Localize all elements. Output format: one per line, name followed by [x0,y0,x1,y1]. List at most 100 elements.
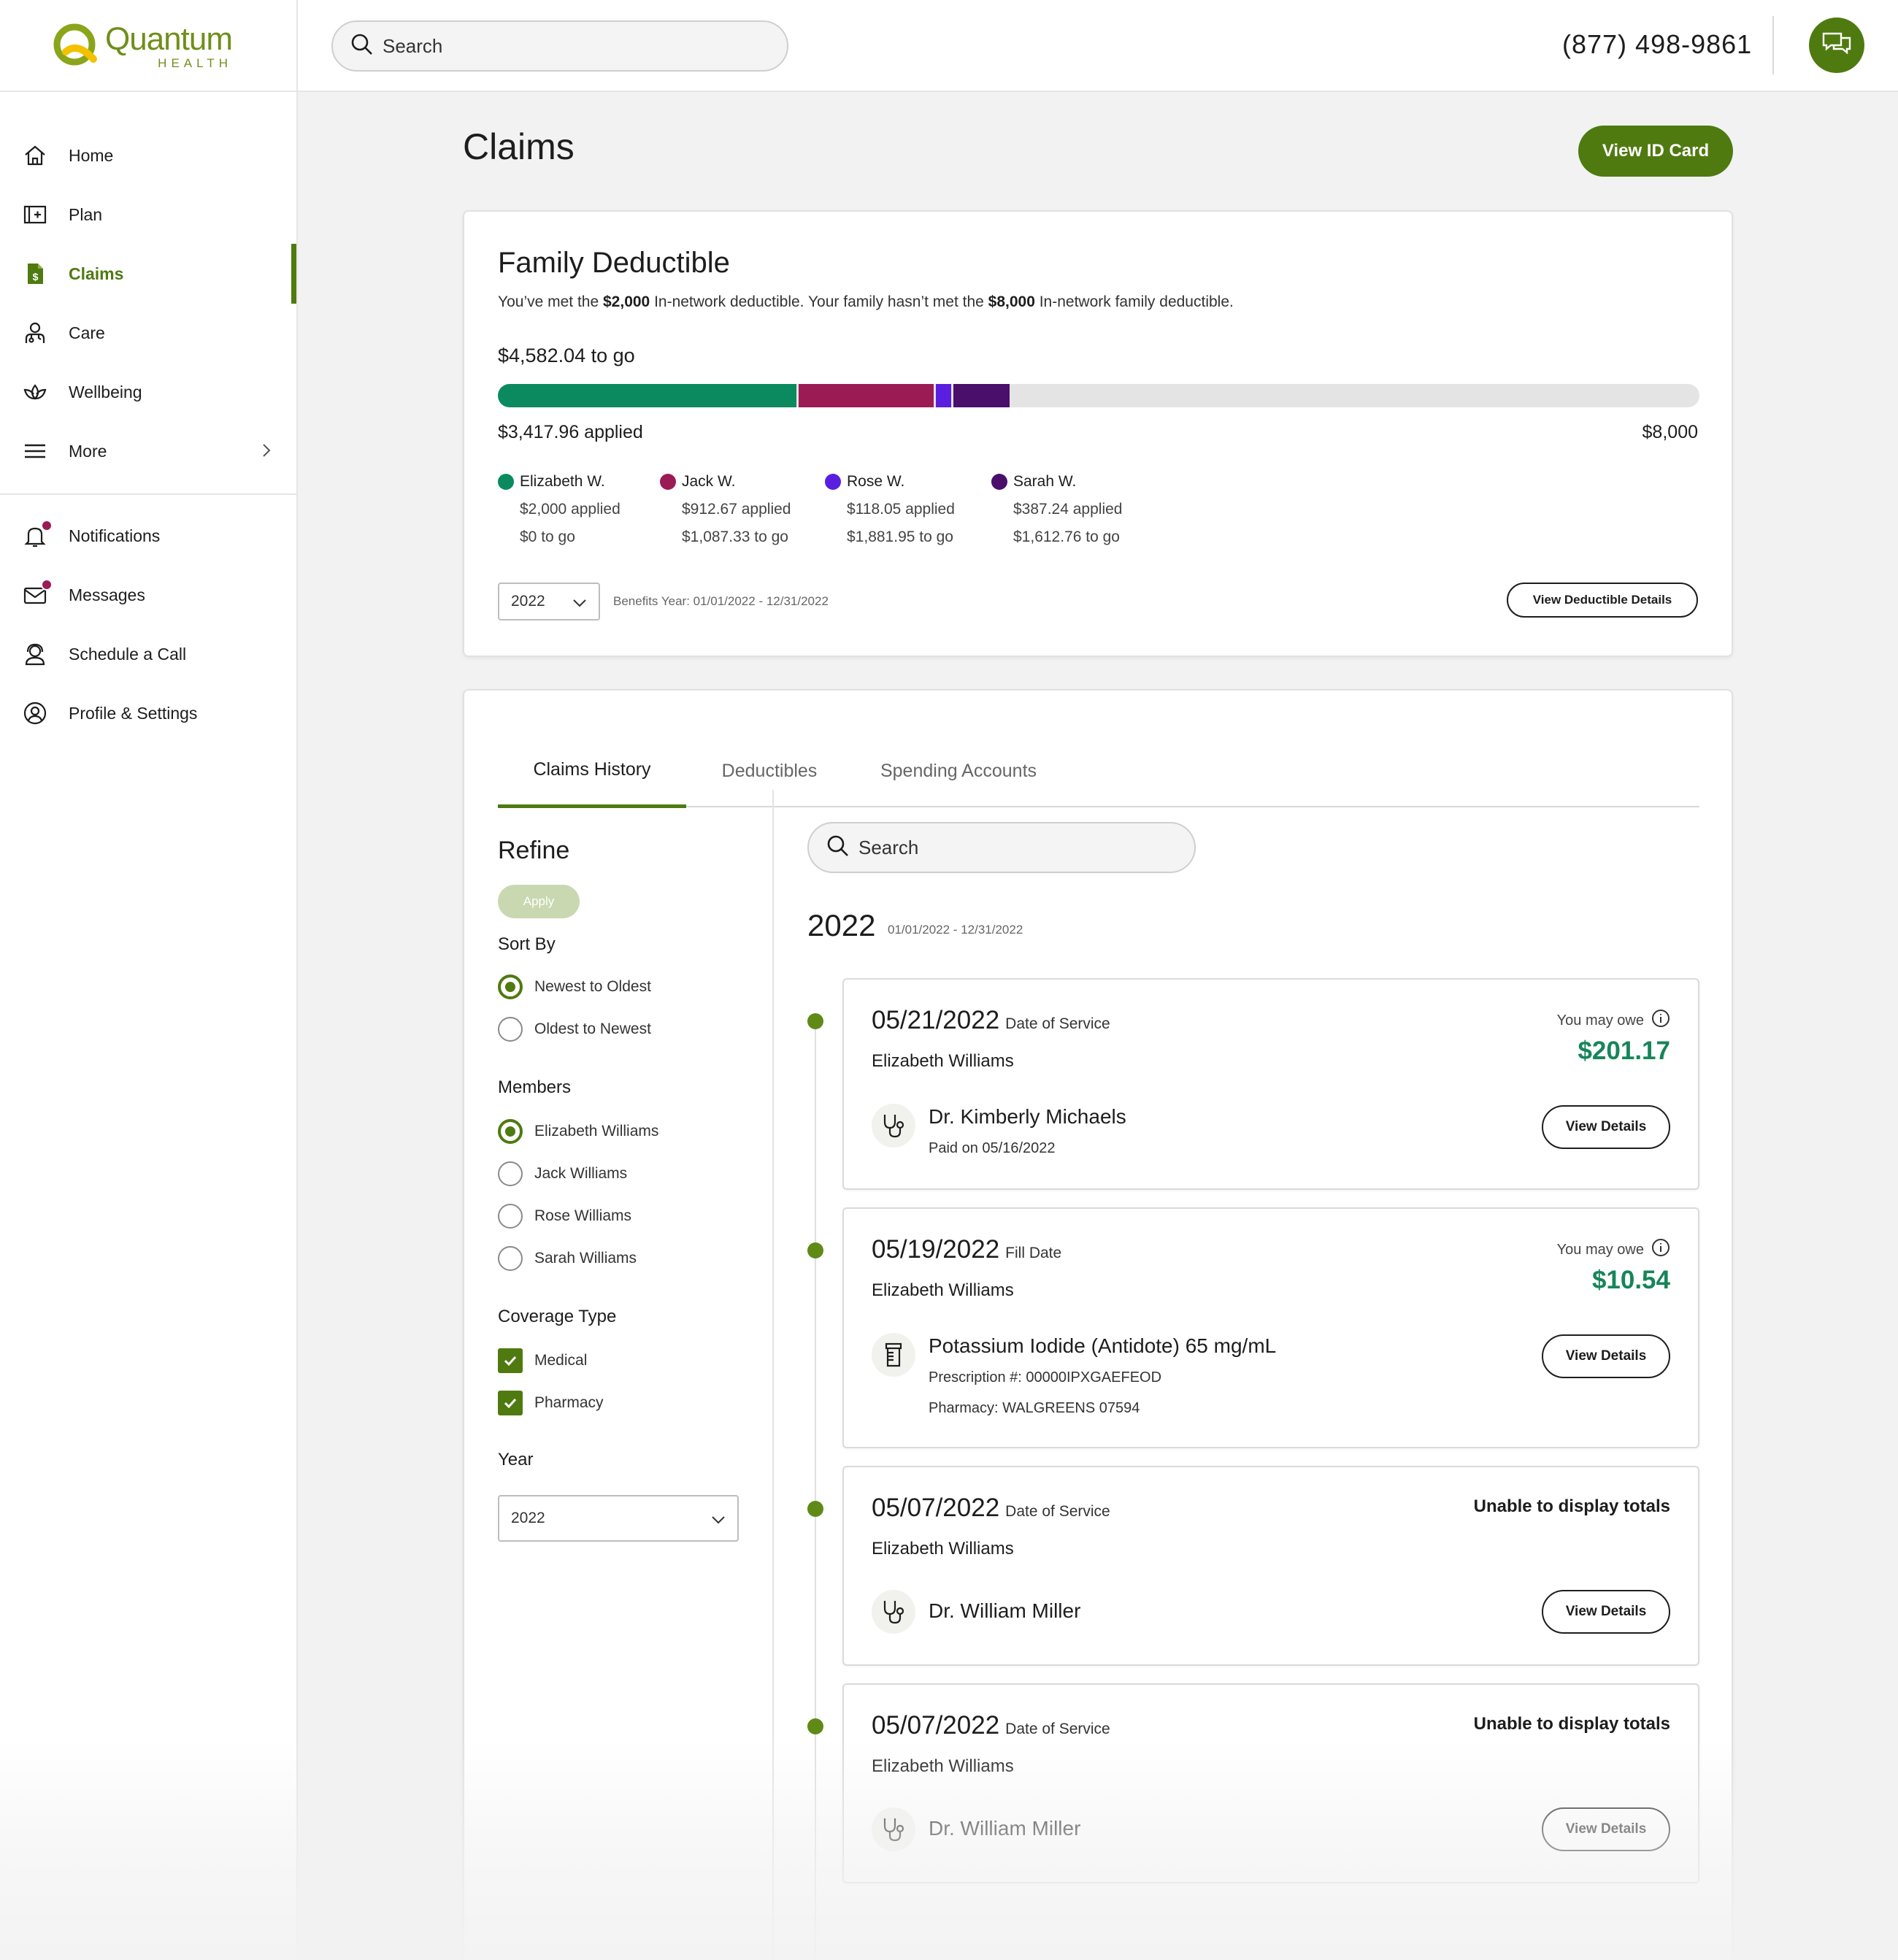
stethoscope-icon [872,1590,915,1634]
claim-card[interactable]: 05/07/2022 Date of Service Elizabeth Will… [842,1466,1699,1666]
option-label: Elizabeth Williams [534,1123,659,1140]
care-icon [22,320,48,346]
quantum-health-logo[interactable]: Quantum HEALTH [53,20,233,72]
benefits-year-range: Benefits Year: 01/01/2022 - 12/31/2022 [613,594,829,608]
top-bar: Search (877) 498-9861 [298,0,1898,92]
claim-date: 05/07/2022 Date of Service [872,1494,1110,1522]
option-label: Medical [534,1352,588,1369]
member-option-rose[interactable]: Rose Williams [498,1203,631,1229]
legend-swatch [660,474,676,490]
legend-member-to-go: $0 to go [520,529,575,545]
sidebar-item-plan[interactable]: Plan [0,185,296,245]
option-label: Rose Williams [534,1207,632,1224]
sidebar-item-label: Plan [69,204,103,224]
radio-selected [498,975,523,999]
pill-bottle-icon [872,1333,915,1377]
legend-swatch [825,474,841,490]
sort-oldest-option[interactable]: Oldest to Newest [498,1016,651,1042]
sidebar-item-messages[interactable]: Messages [0,565,296,625]
claim-date: 05/21/2022 Date of Service [872,1006,1110,1034]
search-icon [826,834,850,861]
checkmark-icon [498,1391,523,1415]
sidebar-item-more[interactable]: More [0,421,296,481]
support-phone-number[interactable]: (877) 498-9861 [1562,29,1752,60]
chat-button[interactable] [1809,18,1864,73]
legend-member-rose: Rose W. $118.05 applied $1,881.95 to go [825,473,986,546]
sidebar-item-schedule-call[interactable]: Schedule a Call [0,624,296,684]
claim-amount: $201.17 [1578,1037,1670,1065]
notification-badge [41,520,53,531]
sidebar-item-label: Schedule a Call [69,644,187,664]
view-details-button[interactable]: View Details [1542,1334,1670,1378]
members-heading: Members [498,1077,572,1097]
info-icon[interactable] [1651,1009,1670,1032]
claims-history-card: Claims History Deductibles Spending Acco… [463,689,1733,1960]
chevron-down-icon [571,594,588,616]
member-option-elizabeth[interactable]: Elizabeth Williams [498,1118,658,1145]
unable-totals-label: Unable to display totals [1473,1496,1670,1516]
mail-icon [22,579,53,608]
sort-newest-option[interactable]: Newest to Oldest [498,974,651,1000]
sidebar-item-label: Notifications [69,526,161,545]
sidebar-item-home[interactable]: Home [0,126,296,185]
tab-deductibles[interactable]: Deductibles [686,734,853,807]
claim-card[interactable]: 05/21/2022 Date of Service Elizabeth Will… [842,978,1699,1190]
radio-unselected [498,1161,523,1186]
deductible-bar-segment [799,384,934,407]
claim-card[interactable]: 05/07/2022 Date of Service Elizabeth Will… [842,1683,1699,1883]
member-option-sarah[interactable]: Sarah Williams [498,1245,637,1272]
info-icon[interactable] [1651,1238,1670,1261]
sidebar-item-care[interactable]: Care [0,303,296,363]
sidebar-item-profile-settings[interactable]: Profile & Settings [0,683,296,743]
sidebar-item-label: Messages [69,585,145,604]
sidebar-item-label: Claims [69,264,124,283]
sidebar-item-label: Home [69,145,114,165]
legend-member-to-go: $1,881.95 to go [847,529,953,545]
legend-member-jack: Jack W. $912.67 applied $1,087.33 to go [660,473,821,546]
view-details-button[interactable]: View Details [1542,1590,1670,1634]
logo-mark-icon [53,23,99,69]
legend-member-applied: $387.24 applied [1013,501,1123,518]
radio-unselected [498,1246,523,1271]
tab-claims-history[interactable]: Claims History [498,734,686,808]
sidebar-divider [0,91,296,92]
legend-member-sarah: Sarah W. $387.24 applied $1,612.76 to go [991,473,1152,546]
claims-search-input[interactable]: Search [807,822,1196,873]
sidebar-item-notifications[interactable]: Notifications [0,506,296,566]
sidebar-item-claims[interactable]: $ Claims [0,244,296,304]
you-may-owe-label: You may owe [1557,1009,1670,1032]
deductible-bar-segment [936,384,951,407]
sidebar-item-wellbeing[interactable]: Wellbeing [0,362,296,422]
filter-year-select[interactable]: 2022 [498,1495,739,1542]
view-deductible-details-button[interactable]: View Deductible Details [1507,583,1698,618]
sidebar-divider [0,493,296,495]
year-select-value: 2022 [511,593,545,610]
deductible-title: Family Deductible [498,247,730,279]
legend-member-to-go: $1,087.33 to go [682,529,788,545]
view-id-card-button[interactable]: View ID Card [1578,126,1733,177]
view-details-button[interactable]: View Details [1542,1807,1670,1851]
coverage-medical-checkbox[interactable]: Medical [498,1348,587,1374]
family-deductible-card: Family Deductible You’ve met the $2,000 … [463,210,1733,657]
apply-filters-button[interactable]: Apply [498,885,580,918]
option-label: Newest to Oldest [534,978,651,995]
coverage-pharmacy-checkbox[interactable]: Pharmacy [498,1390,604,1416]
claim-card[interactable]: 05/19/2022 Fill Date Elizabeth Williams Y… [842,1207,1699,1448]
prescription-number: Prescription #: 00000IPXGAEFEOD [929,1369,1162,1386]
legend-member-name: Rose W. [847,473,905,490]
timeline-dot [807,1013,823,1029]
member-option-jack[interactable]: Jack Williams [498,1161,627,1187]
tab-spending-accounts[interactable]: Spending Accounts [853,734,1064,807]
deductible-progress-bar [498,384,1699,407]
search-icon [350,33,374,60]
provider-name: Dr. William Miller [929,1599,1081,1622]
deductible-remaining: $4,582.04 to go [498,345,635,366]
global-search-input[interactable]: Search [331,20,788,72]
view-details-button[interactable]: View Details [1542,1105,1670,1149]
sidebar-item-label: Wellbeing [69,382,142,401]
home-icon [22,142,48,169]
deductible-year-select[interactable]: 2022 [498,583,600,620]
deductible-bar-segment [498,384,796,407]
stethoscope-icon [872,1807,915,1851]
claim-date: 05/07/2022 Date of Service [872,1711,1110,1740]
